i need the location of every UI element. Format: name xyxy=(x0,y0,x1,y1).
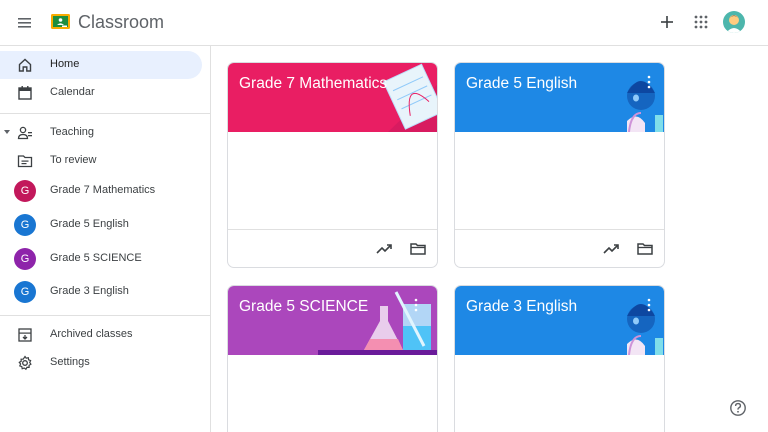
class-card-title[interactable]: Grade 5 SCIENCE xyxy=(239,298,368,316)
trending-up-icon xyxy=(603,244,619,254)
class-avatar: G xyxy=(14,180,36,202)
more-vert-icon[interactable] xyxy=(646,75,652,89)
class-avatar: G xyxy=(14,214,36,236)
create-join-button[interactable] xyxy=(657,12,677,32)
class-card-title[interactable]: Grade 7 Mathematics xyxy=(239,75,387,93)
english-illustration xyxy=(627,304,663,355)
sidebar-item-class[interactable]: G Grade 5 English xyxy=(0,211,202,239)
sidebar-item-label: Home xyxy=(50,58,80,70)
sidebar-item-label: Calendar xyxy=(50,86,95,98)
help-button[interactable] xyxy=(729,399,747,417)
apps-grid-icon xyxy=(694,15,708,29)
plus-icon xyxy=(661,16,673,28)
sidebar-item-teaching[interactable]: Teaching xyxy=(0,119,202,147)
sidebar-divider xyxy=(0,315,211,316)
classroom-logo-icon xyxy=(51,14,70,29)
class-card-header[interactable]: Grade 7 Mathematics xyxy=(228,63,437,132)
class-card-header[interactable]: Grade 5 English xyxy=(455,63,664,132)
more-vert-icon[interactable] xyxy=(646,298,652,312)
class-card-header[interactable]: Grade 5 SCIENCE xyxy=(228,286,437,355)
math-illustration xyxy=(382,63,437,132)
sidebar-divider xyxy=(0,113,211,114)
english-illustration xyxy=(627,81,663,132)
app-title[interactable]: Classroom xyxy=(78,12,164,33)
sidebar-item-label: Grade 5 SCIENCE xyxy=(50,252,142,264)
class-card-title[interactable]: Grade 3 English xyxy=(466,298,577,316)
science-illustration xyxy=(318,291,437,355)
top-app-bar: Classroom xyxy=(0,0,768,46)
gradebook-button[interactable] xyxy=(375,240,393,258)
home-icon xyxy=(18,58,32,72)
trending-up-icon xyxy=(376,244,392,254)
class-card-footer xyxy=(455,229,664,267)
sidebar-item-settings[interactable]: Settings xyxy=(0,349,202,377)
sidebar-item-label: To review xyxy=(50,154,97,166)
calendar-icon xyxy=(18,86,32,100)
class-card[interactable]: Grade 5 English xyxy=(454,62,665,268)
open-folder-button[interactable] xyxy=(636,240,654,258)
sidebar-item-to-review[interactable]: To review xyxy=(0,147,202,175)
class-avatar: G xyxy=(14,248,36,270)
open-folder-button[interactable] xyxy=(409,240,427,258)
sidebar-item-calendar[interactable]: Calendar xyxy=(0,79,202,107)
menu-icon xyxy=(18,18,31,28)
sidebar-item-class[interactable]: G Grade 3 English xyxy=(0,278,202,306)
sidebar-item-label: Teaching xyxy=(50,126,95,138)
to-review-icon xyxy=(17,155,33,168)
class-card-footer xyxy=(228,229,437,267)
chevron-down-icon[interactable] xyxy=(4,130,10,134)
sidebar-item-label: Archived classes xyxy=(50,328,133,340)
sidebar-item-label: Grade 5 English xyxy=(50,218,129,230)
main-menu-button[interactable] xyxy=(13,11,37,35)
folder-icon xyxy=(410,243,426,255)
sidebar-item-class[interactable]: G Grade 7 Mathematics xyxy=(0,177,202,205)
class-card[interactable]: Grade 3 English xyxy=(454,285,665,432)
folder-icon xyxy=(637,243,653,255)
sidebar-item-home[interactable]: Home xyxy=(0,51,202,79)
sidebar-item-label: Settings xyxy=(50,356,90,368)
sidebar-item-label: Grade 7 Mathematics xyxy=(50,184,156,196)
gradebook-button[interactable] xyxy=(602,240,620,258)
sidebar-item-label: Grade 3 English xyxy=(50,285,129,297)
sidebar-item-class[interactable]: G Grade 5 SCIENCE xyxy=(0,245,202,273)
class-card-title[interactable]: Grade 5 English xyxy=(466,75,577,93)
google-apps-button[interactable] xyxy=(692,13,710,31)
archive-icon xyxy=(18,328,32,342)
class-card-header[interactable]: Grade 3 English xyxy=(455,286,664,355)
class-card[interactable]: Grade 7 Mathematics xyxy=(227,62,438,268)
avatar[interactable] xyxy=(723,11,745,33)
settings-gear-icon xyxy=(18,355,32,371)
sidebar-item-archived-classes[interactable]: Archived classes xyxy=(0,321,202,349)
help-icon xyxy=(730,400,746,416)
class-card[interactable]: Grade 5 SCIENCE xyxy=(227,285,438,432)
teaching-people-icon xyxy=(17,126,32,140)
class-avatar: G xyxy=(14,281,36,303)
navigation-drawer: Home Calendar Teaching To review G Grade… xyxy=(0,46,211,432)
more-vert-icon[interactable] xyxy=(413,298,419,312)
